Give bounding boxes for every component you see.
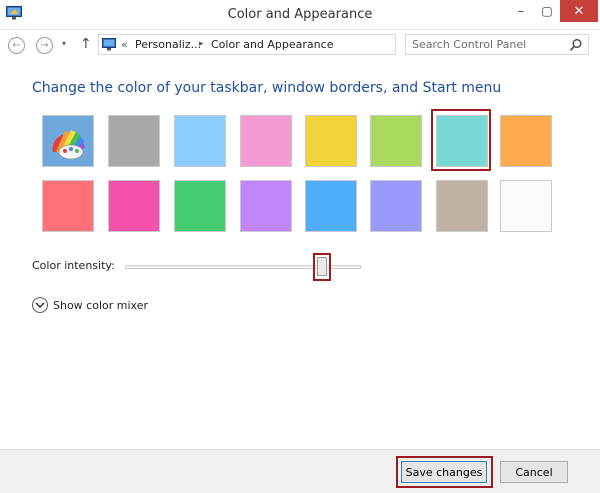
back-button[interactable]: ← — [8, 37, 25, 54]
maximize-button[interactable]: ▢ — [534, 0, 560, 22]
save-button-highlight — [396, 456, 493, 488]
breadcrumb-color-and-appearance[interactable]: Color and Appearance — [211, 38, 333, 51]
swatch-magenta[interactable] — [108, 180, 160, 232]
cancel-button[interactable]: Cancel — [500, 461, 568, 483]
up-button[interactable]: ↑ — [80, 36, 92, 52]
address-bar[interactable]: « Personaliz... ▸ Color and Appearance ▾… — [98, 34, 485, 55]
breadcrumb-personalization[interactable]: Personaliz... — [135, 38, 201, 51]
swatch-coral[interactable] — [42, 180, 94, 232]
swatch-lime[interactable] — [370, 115, 422, 167]
search-icon[interactable] — [569, 38, 583, 52]
control-panel-icon — [102, 38, 116, 51]
swatch-orange[interactable] — [500, 115, 552, 167]
page-heading: Change the color of your taskbar, window… — [32, 80, 502, 96]
swatch-green[interactable] — [174, 180, 226, 232]
search-input[interactable] — [412, 37, 562, 52]
swatch-periwinkle[interactable] — [370, 180, 422, 232]
swatch-pink[interactable] — [240, 115, 292, 167]
swatch-taupe[interactable] — [436, 180, 488, 232]
title-bar: Color and Appearance – ▢ ✕ — [0, 0, 600, 30]
color-palette-icon — [52, 130, 85, 160]
swatch-automatic[interactable] — [42, 115, 94, 167]
color-intensity-label: Color intensity: — [32, 259, 115, 272]
slider-thumb-highlight — [313, 253, 331, 281]
search-box[interactable] — [405, 34, 589, 55]
forward-button[interactable]: → — [36, 37, 53, 54]
selected-swatch-highlight — [431, 109, 491, 171]
close-button[interactable]: ✕ — [560, 0, 598, 22]
breadcrumb-overflow[interactable]: « — [121, 38, 128, 51]
swatch-blue[interactable] — [305, 180, 357, 232]
swatch-violet[interactable] — [240, 180, 292, 232]
chevron-down-icon[interactable] — [32, 297, 48, 313]
show-color-mixer-label[interactable]: Show color mixer — [53, 299, 148, 312]
swatch-sky-blue[interactable] — [174, 115, 226, 167]
recent-locations-dropdown[interactable]: ▾ — [62, 39, 66, 48]
minimize-button[interactable]: – — [508, 0, 534, 22]
swatch-yellow[interactable] — [305, 115, 357, 167]
swatch-white[interactable] — [500, 180, 552, 232]
swatch-gray[interactable] — [108, 115, 160, 167]
breadcrumb-separator-icon[interactable]: ▸ — [199, 39, 204, 49]
